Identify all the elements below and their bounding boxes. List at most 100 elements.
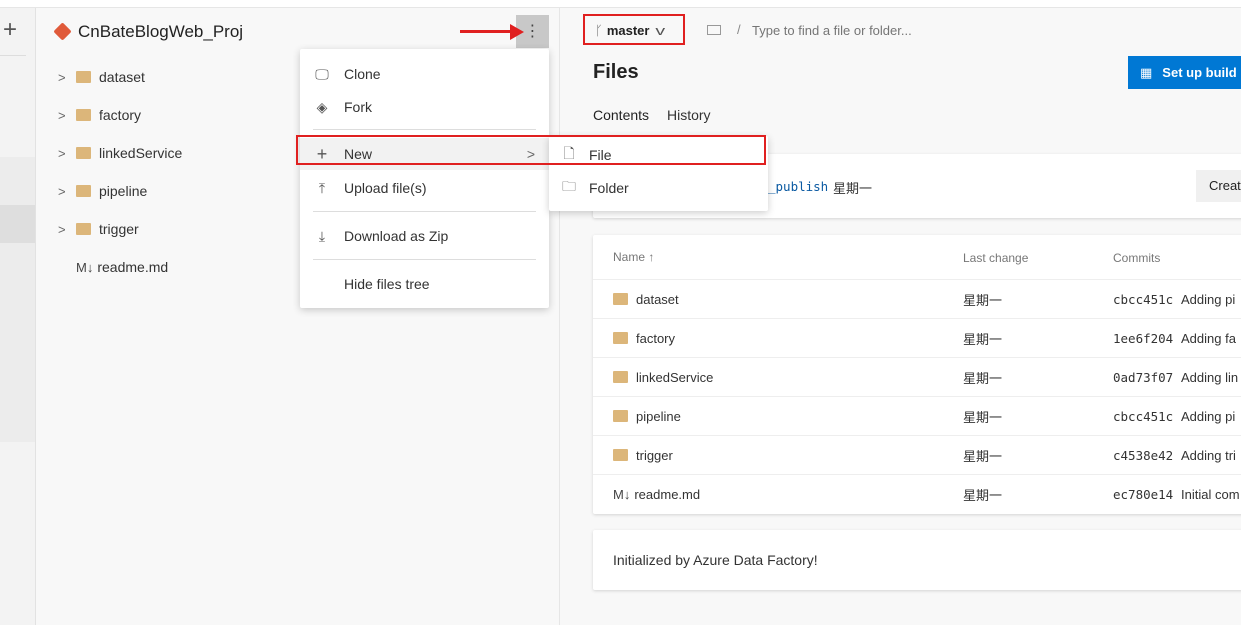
menu-item-fork[interactable]: ◈ Fork [300, 91, 549, 123]
menu-item-clone[interactable]: 🖵 Clone [300, 58, 549, 90]
commit-hash[interactable]: c4538e42 [1113, 448, 1173, 463]
commit-message: Adding lin [1181, 369, 1239, 385]
file-name[interactable]: factory [636, 331, 675, 346]
last-change: 星期一 [963, 409, 1003, 425]
commit-message: Adding pi [1181, 291, 1236, 307]
menu-label: Upload file(s) [344, 180, 427, 196]
tree-item-linkedservice[interactable]: > linkedService [58, 141, 182, 165]
tree-item-dataset[interactable]: > dataset [58, 65, 145, 89]
annotation-arrow [460, 30, 512, 33]
commit-hash[interactable]: cbcc451c [1113, 292, 1173, 307]
table-row[interactable]: pipeline 星期一 cbcc451c Adding pi [593, 396, 1241, 435]
menu-divider [313, 259, 536, 260]
table-row[interactable]: dataset 星期一 cbcc451c Adding pi [593, 279, 1241, 318]
page-title: Files [593, 61, 639, 83]
top-bar [0, 0, 1241, 8]
menu-label: Hide files tree [344, 276, 430, 292]
menu-divider [313, 129, 536, 130]
tab-history[interactable]: History [667, 107, 711, 123]
menu-divider [313, 211, 536, 212]
annotation-box-branch [583, 14, 685, 45]
tree-item-trigger[interactable]: > trigger [58, 217, 139, 241]
folder-icon [613, 449, 628, 461]
path-search-input[interactable] [752, 20, 1052, 40]
column-header-commits[interactable]: Commits [1113, 251, 1160, 265]
commit-message: Adding fa [1181, 330, 1236, 346]
folder-outline-icon: 🗀 [562, 178, 576, 194]
menu-label: Fork [344, 99, 372, 115]
tree-item-readme[interactable]: M↓ readme.md [76, 255, 168, 279]
create-pr-button[interactable]: Create [1196, 170, 1241, 202]
banner-date: 星期一 [833, 181, 873, 196]
markdown-icon: M↓ [76, 259, 94, 275]
tree-item-pipeline[interactable]: > pipeline [58, 179, 147, 203]
folder-icon [613, 371, 628, 383]
nav-region [0, 157, 35, 442]
commit-hash[interactable]: 1ee6f204 [1113, 331, 1173, 346]
folder-outline-icon [707, 25, 721, 35]
menu-label: Download as Zip [344, 228, 449, 244]
table-row[interactable]: linkedService 星期一 0ad73f07 Adding lin [593, 357, 1241, 396]
chevron-right-icon[interactable]: > [58, 146, 76, 161]
chevron-right-icon[interactable]: > [58, 70, 76, 85]
file-name[interactable]: dataset [636, 292, 679, 307]
commit-hash[interactable]: 0ad73f07 [1113, 370, 1173, 385]
menu-item-download-zip[interactable]: ⤓ Download as Zip [300, 220, 549, 252]
column-header-name[interactable]: Name ↑ [613, 250, 654, 264]
commit-message: Initial com [1181, 486, 1240, 502]
nav-item-selected[interactable] [0, 205, 35, 243]
file-name[interactable]: readme.md [634, 487, 700, 502]
banner-branch[interactable]: _publish [768, 179, 828, 194]
setup-build-button[interactable]: ▦ Set up build [1128, 56, 1241, 89]
more-options-menu: 🖵 Clone ◈ Fork + New > ⤒ Upload file(s) ⤓ Down… [300, 49, 549, 308]
tree-item-factory[interactable]: > factory [58, 103, 141, 127]
table-row[interactable]: trigger 星期一 c4538e42 Adding tri [593, 435, 1241, 474]
commit-message: Adding tri [1181, 447, 1236, 463]
header-label: Name [613, 250, 646, 264]
readme-text: Initialized by Azure Data Factory! [613, 552, 818, 568]
table-row[interactable]: M↓ readme.md 星期一 ec780e14 Initial com [593, 474, 1241, 513]
commit-hash[interactable]: ec780e14 [1113, 487, 1173, 502]
left-nav-strip: + [0, 8, 36, 625]
menu-label: Folder [589, 180, 629, 196]
menu-item-upload[interactable]: ⤒ Upload file(s) [300, 172, 549, 204]
clone-icon: 🖵 [315, 65, 329, 82]
build-icon: ▦ [1140, 64, 1153, 80]
files-table: Name ↑ Last change Commits dataset 星期一 c… [593, 235, 1241, 514]
project-name[interactable]: CnBateBlogWeb_Proj [78, 22, 243, 42]
add-icon[interactable]: + [3, 18, 17, 42]
tree-item-label: linkedService [99, 145, 183, 161]
last-change: 星期一 [963, 370, 1003, 386]
upload-icon: ⤒ [318, 179, 326, 196]
fork-icon: ◈ [316, 98, 328, 115]
sort-ascending-icon: ↑ [648, 250, 655, 264]
folder-icon [76, 147, 91, 159]
git-icon [53, 22, 72, 41]
tree-item-label: dataset [99, 69, 145, 85]
chevron-right-icon[interactable]: > [58, 108, 76, 123]
tree-item-label: factory [99, 107, 142, 123]
chevron-right-icon[interactable]: > [58, 184, 76, 199]
submenu-item-folder[interactable]: 🗀 Folder [549, 172, 768, 204]
download-icon: ⤓ [318, 227, 326, 244]
chevron-right-icon[interactable]: > [58, 222, 76, 237]
divider [0, 55, 26, 56]
last-change: 星期一 [963, 292, 1003, 308]
menu-item-hide-files-tree[interactable]: Hide files tree [300, 268, 549, 300]
last-change: 星期一 [963, 331, 1003, 347]
column-header-last-change[interactable]: Last change [963, 251, 1028, 265]
file-name[interactable]: linkedService [636, 370, 713, 385]
folder-icon [613, 332, 628, 344]
markdown-icon: M↓ [613, 486, 631, 502]
commit-hash[interactable]: cbcc451c [1113, 409, 1173, 424]
path-separator: / [737, 22, 741, 37]
tab-contents[interactable]: Contents [593, 107, 649, 123]
folder-icon [76, 185, 91, 197]
file-name[interactable]: pipeline [636, 409, 681, 424]
folder-icon [613, 293, 628, 305]
folder-icon [76, 109, 91, 121]
commit-message: Adding pi [1181, 408, 1236, 424]
table-row[interactable]: factory 星期一 1ee6f204 Adding fa [593, 318, 1241, 357]
file-name[interactable]: trigger [636, 448, 673, 463]
annotation-arrow-head [510, 24, 524, 40]
